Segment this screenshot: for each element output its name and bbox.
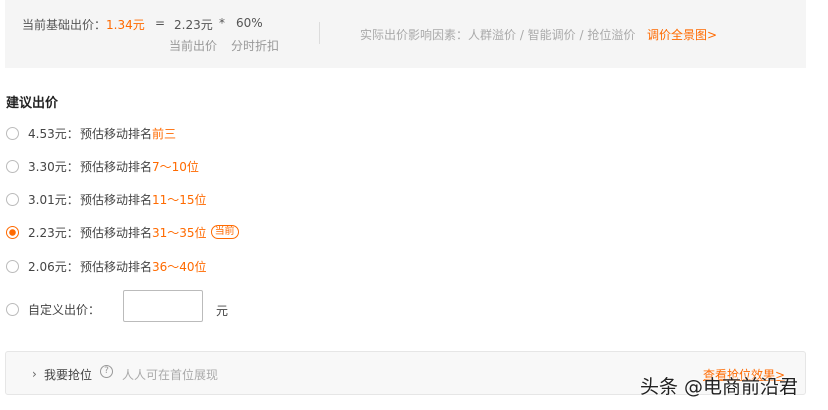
bid-option[interactable]: 2.06元： 预估移动排名 36～40位 bbox=[6, 257, 207, 275]
radio-button[interactable] bbox=[6, 126, 19, 140]
bid-option[interactable]: 4.53元： 预估移动排名 前三 bbox=[6, 124, 176, 142]
base-bid-value: 1.34元 bbox=[106, 18, 145, 32]
option-price: 2.06元： bbox=[28, 259, 79, 274]
bid-option[interactable]: 3.30元： 预估移动排名 7～10位 bbox=[6, 157, 199, 175]
radio-button[interactable] bbox=[6, 159, 19, 173]
custom-bid-option[interactable]: 自定义出价： bbox=[6, 300, 100, 318]
option-price: 2.23元： bbox=[28, 225, 79, 240]
custom-bid-label: 自定义出价： bbox=[28, 302, 101, 317]
radio-button[interactable] bbox=[6, 302, 19, 316]
option-price: 3.30元： bbox=[28, 159, 79, 174]
question-icon[interactable]: ? bbox=[100, 365, 113, 378]
custom-bid-input[interactable] bbox=[123, 290, 203, 322]
radio-button[interactable] bbox=[6, 259, 19, 273]
bid-formula-panel: 当前基础出价： 1.34元 = 2.23元 * 60% 当前出价 分时折扣 实际… bbox=[5, 0, 806, 68]
rank-prefix: 预估移动排名 bbox=[80, 192, 153, 207]
grab-position-hint: 人人可在首位展现 bbox=[122, 368, 219, 382]
current-badge: 当前 bbox=[210, 225, 239, 239]
watermark: 头条 @电商前沿君 bbox=[640, 376, 799, 398]
base-bid-label: 当前基础出价： bbox=[22, 18, 107, 32]
rank-value: 31～35位 bbox=[152, 225, 207, 240]
option-price: 3.01元： bbox=[28, 192, 79, 207]
rank-value: 36～40位 bbox=[152, 259, 207, 274]
adjustment-overview-link[interactable]: 调价全景图> bbox=[647, 26, 717, 43]
multiply-sign: * bbox=[219, 16, 225, 30]
grab-position-toggle[interactable]: 我要抢位 bbox=[44, 366, 92, 383]
section-title: 建议出价 bbox=[6, 96, 59, 111]
rank-prefix: 预估移动排名 bbox=[80, 126, 153, 141]
unit-label: 元 bbox=[216, 304, 229, 318]
chevron-right-icon[interactable]: › bbox=[32, 367, 37, 381]
bid-option-selected[interactable]: 2.23元： 预估移动排名 31～35位 当前 bbox=[6, 223, 239, 241]
rank-value: 7～10位 bbox=[152, 159, 199, 174]
radio-button[interactable] bbox=[6, 192, 19, 206]
rank-prefix: 预估移动排名 bbox=[80, 159, 153, 174]
equals-sign: = bbox=[155, 16, 166, 30]
discount-value: 60% bbox=[236, 16, 263, 30]
rank-value: 11～15位 bbox=[152, 192, 207, 207]
radio-button-checked[interactable] bbox=[6, 225, 19, 239]
current-bid-value: 2.23元 bbox=[174, 18, 213, 32]
bid-option[interactable]: 3.01元： 预估移动排名 11～15位 bbox=[6, 190, 207, 208]
divider bbox=[319, 22, 320, 44]
option-price: 4.53元： bbox=[28, 126, 79, 141]
discount-caption: 分时折扣 bbox=[231, 39, 280, 53]
rank-prefix: 预估移动排名 bbox=[80, 259, 153, 274]
bid-factors-text: 实际出价影响因素：人群溢价 / 智能调价 / 抢位溢价 bbox=[360, 28, 636, 42]
current-bid-caption: 当前出价 bbox=[169, 39, 218, 53]
rank-prefix: 预估移动排名 bbox=[80, 225, 153, 240]
rank-value: 前三 bbox=[152, 126, 177, 141]
